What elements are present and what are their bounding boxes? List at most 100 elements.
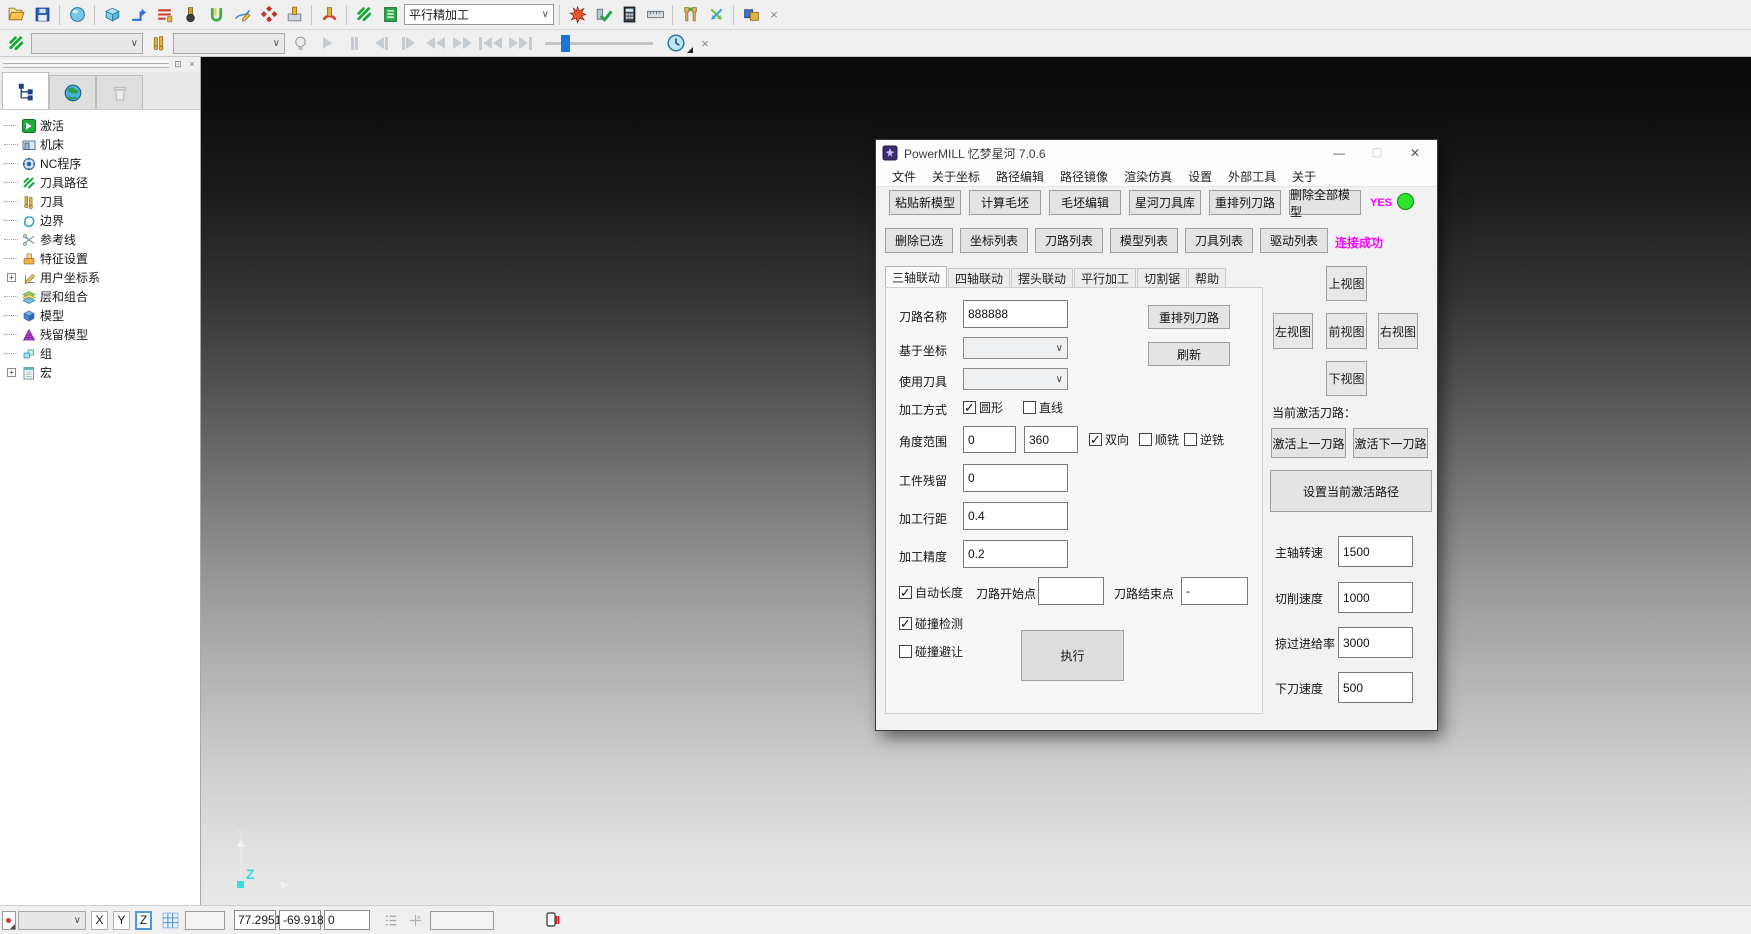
activate-next-button[interactable]: 激活下一刀路 <box>1353 428 1428 458</box>
execute-button[interactable]: 执行 <box>1021 630 1124 681</box>
globe-tab[interactable] <box>49 75 96 109</box>
dock-gripper[interactable] <box>3 60 169 69</box>
explorer-tree-tab[interactable] <box>2 72 49 109</box>
toolpath-combobox[interactable]: ∨ <box>31 33 143 54</box>
collision-detect-checkbox[interactable]: 碰撞检测 <box>899 615 963 632</box>
open-file-icon[interactable] <box>4 3 28 27</box>
set-active-path-button[interactable]: 设置当前激活路径 <box>1270 470 1432 512</box>
delete-all-models-button[interactable]: 删除全部模型 <box>1289 190 1361 215</box>
ruler-icon[interactable] <box>643 3 667 27</box>
tab-4axis[interactable]: 四轴联动 <box>948 268 1010 288</box>
block-icon[interactable] <box>100 3 124 27</box>
menu-coords[interactable]: 关于坐标 <box>924 168 988 185</box>
tree-item-macros[interactable]: +宏 <box>4 363 200 382</box>
recycle-bin-tab[interactable] <box>96 75 143 109</box>
conventional-checkbox[interactable]: 逆铣 <box>1184 431 1224 448</box>
stock-left-input[interactable] <box>963 464 1068 492</box>
tree-expander-icon[interactable]: + <box>7 273 16 282</box>
based-coord-combobox[interactable]: ∨ <box>963 337 1068 359</box>
delete-selected-button[interactable]: 删除已选 <box>885 228 953 253</box>
checkbox[interactable] <box>899 617 912 630</box>
panel-dock-header[interactable]: ⊡ × <box>0 57 200 72</box>
tool-ball-icon[interactable] <box>178 3 202 27</box>
tree-item-boundaries[interactable]: 边界 <box>4 211 200 230</box>
tree-item-nc-programs[interactable]: NC程序 <box>4 154 200 173</box>
calculator-icon[interactable] <box>617 3 641 27</box>
point-diamonds-icon[interactable] <box>256 3 280 27</box>
tool-list-button[interactable]: 刀具列表 <box>1185 228 1253 253</box>
rearrange-button[interactable]: 重排列刀路 <box>1148 305 1230 329</box>
skim-feed-input[interactable] <box>1338 627 1413 658</box>
boundary-icon[interactable] <box>204 3 228 27</box>
tree-item-groups[interactable]: 组 <box>4 344 200 363</box>
angle-from-input[interactable] <box>963 426 1016 453</box>
checkbox[interactable] <box>899 586 912 599</box>
clock-dropdown-indicator[interactable] <box>687 47 693 53</box>
tree-item-machine[interactable]: 机床 <box>4 135 200 154</box>
menu-file[interactable]: 文件 <box>884 168 924 185</box>
pause-icon[interactable] <box>344 33 364 53</box>
tree-item-toolpaths[interactable]: 刀具路径 <box>4 173 200 192</box>
menu-settings[interactable]: 设置 <box>1180 168 1220 185</box>
bidirectional-checkbox[interactable]: 双向 <box>1089 431 1129 448</box>
save-icon[interactable] <box>30 3 54 27</box>
end-point-input[interactable] <box>1181 577 1248 605</box>
menu-external-tools[interactable]: 外部工具 <box>1220 168 1284 185</box>
tree-item-models[interactable]: 模型 <box>4 306 200 325</box>
view-right-button[interactable]: 右视图 <box>1378 313 1418 349</box>
start-point-input[interactable] <box>1038 577 1104 605</box>
axis-x-button[interactable]: X <box>91 911 108 930</box>
clock-icon[interactable] <box>664 31 688 55</box>
transform-arrows-icon[interactable] <box>704 3 728 27</box>
checkbox[interactable] <box>963 401 976 414</box>
toolpath-list-button[interactable]: 刀路列表 <box>1035 228 1103 253</box>
list-icon[interactable] <box>379 908 403 932</box>
checkbox[interactable] <box>1139 433 1152 446</box>
menu-about[interactable]: 关于 <box>1284 168 1324 185</box>
drill-icon[interactable] <box>317 3 341 27</box>
strategy-combobox[interactable]: 平行精加工 ∨ <box>404 4 554 25</box>
tab-tilt-head[interactable]: 摆头联动 <box>1011 268 1073 288</box>
toolpath-strategy-icon[interactable] <box>126 3 150 27</box>
speed-slider-handle[interactable] <box>561 35 570 52</box>
tree-item-patterns[interactable]: 参考线 <box>4 230 200 249</box>
checkbox[interactable] <box>899 645 912 658</box>
play-icon[interactable] <box>317 33 337 53</box>
coord-list-button[interactable]: 坐标列表 <box>960 228 1028 253</box>
graphics-viewport[interactable]: Y X Z PowerMILL 忆梦星河 7.0.6 — ☐ ✕ 文件 关于坐标… <box>201 57 1751 905</box>
paste-new-model-button[interactable]: 粘贴新模型 <box>889 190 961 215</box>
activate-prev-button[interactable]: 激活上一刀路 <box>1271 428 1346 458</box>
collision-avoid-checkbox[interactable]: 碰撞避让 <box>899 643 963 660</box>
tree-item-workplanes[interactable]: +用户坐标系 <box>4 268 200 287</box>
grid-toggle-icon[interactable] <box>158 908 182 932</box>
menu-path-mirror[interactable]: 路径镜像 <box>1052 168 1116 185</box>
plunge-speed-input[interactable] <box>1338 672 1413 703</box>
calc-stock-button[interactable]: 计算毛坯 <box>969 190 1041 215</box>
tree-expander-icon[interactable]: + <box>7 368 16 377</box>
cutting-speed-input[interactable] <box>1338 582 1413 613</box>
angle-to-input[interactable] <box>1024 426 1078 453</box>
view-left-button[interactable]: 左视图 <box>1273 313 1313 349</box>
tool-holder-icon[interactable] <box>678 3 702 27</box>
position-crosshair-icon[interactable] <box>403 908 427 932</box>
toolbar-close-button[interactable]: × <box>696 36 714 51</box>
menu-path-edit[interactable]: 路径编辑 <box>988 168 1052 185</box>
tab-3axis[interactable]: 三轴联动 <box>885 266 947 288</box>
tab-parallel[interactable]: 平行加工 <box>1074 268 1136 288</box>
powermill-logo-icon[interactable] <box>352 3 376 27</box>
menu-render-sim[interactable]: 渲染仿真 <box>1116 168 1180 185</box>
spindle-speed-input[interactable] <box>1338 536 1413 567</box>
rewind-icon[interactable] <box>425 33 445 53</box>
stepover-input[interactable] <box>963 502 1068 530</box>
use-tool-combobox[interactable]: ∨ <box>963 368 1068 390</box>
tree-item-activate[interactable]: 激活 <box>4 116 200 135</box>
drive-list-button[interactable]: 驱动列表 <box>1260 228 1328 253</box>
tool-database-icon[interactable] <box>282 3 306 27</box>
minimize-button[interactable]: — <box>1323 146 1355 160</box>
axis-z-button[interactable]: Z <box>135 911 152 930</box>
stock-edit-button[interactable]: 毛坯编辑 <box>1049 190 1121 215</box>
tree-item-levels[interactable]: 层和组合 <box>4 287 200 306</box>
step-back-icon[interactable] <box>371 33 391 53</box>
speed-slider[interactable] <box>545 42 653 45</box>
model-list-button[interactable]: 模型列表 <box>1110 228 1178 253</box>
